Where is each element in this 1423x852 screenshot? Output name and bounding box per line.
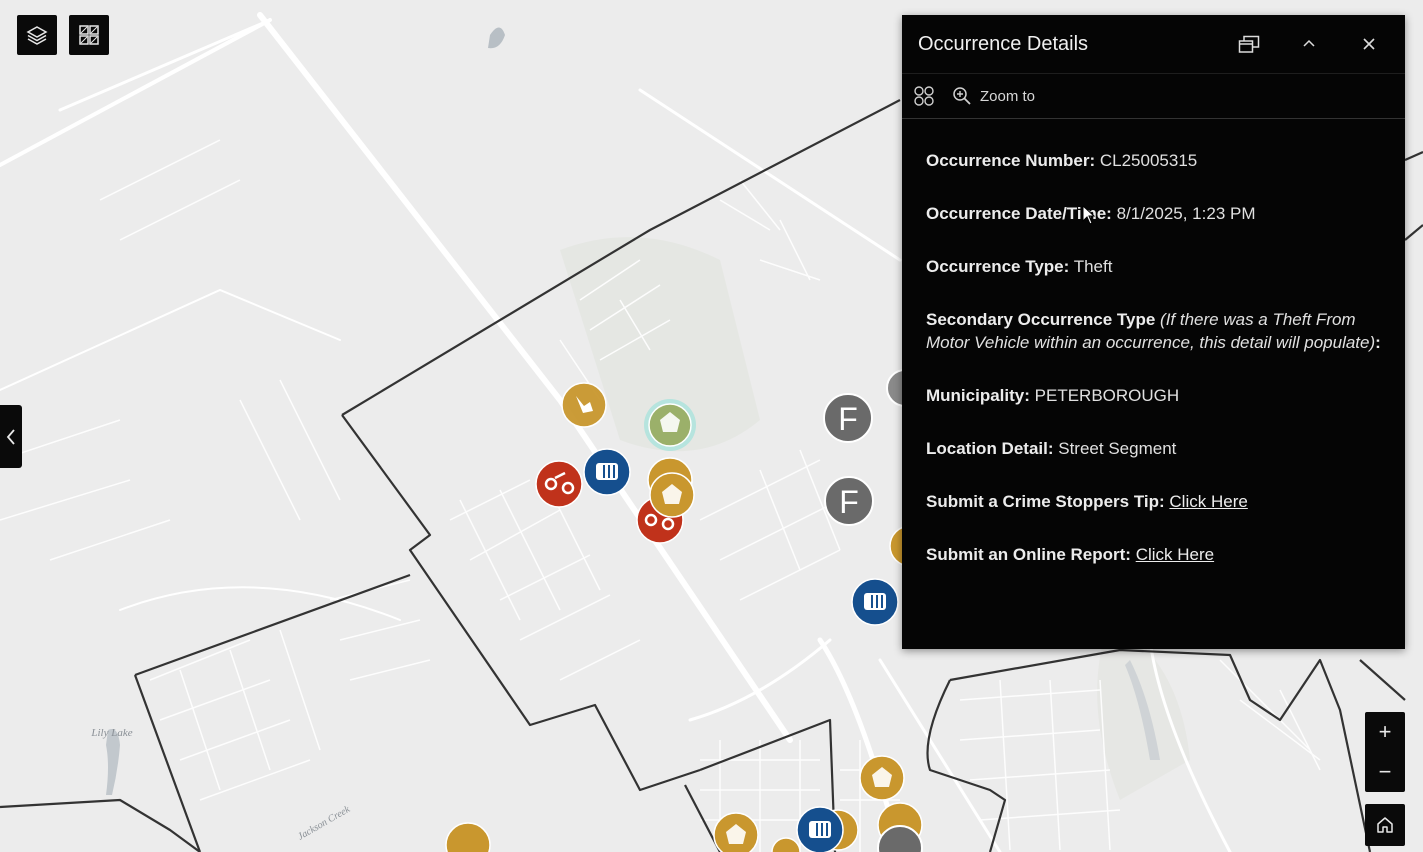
marker-blue-assault-2[interactable] (851, 578, 899, 626)
marker-theft[interactable] (561, 382, 607, 428)
zoom-out-button[interactable]: − (1365, 752, 1405, 792)
marker-f-2[interactable]: F (824, 476, 874, 526)
field-municipality: Municipality: PETERBOROUGH (926, 384, 1381, 407)
layers-icon (26, 26, 48, 45)
home-icon (1377, 817, 1393, 833)
field-label: Occurrence Number: (926, 151, 1096, 170)
zoom-controls: + − (1365, 712, 1405, 792)
popup-header: Occurrence Details (902, 15, 1405, 73)
field-value: 8/1/2025, 1:23 PM (1116, 204, 1256, 223)
field-label: Submit an Online Report: (926, 545, 1131, 564)
svg-text:F: F (839, 484, 859, 520)
field-label: Submit a Crime Stoppers Tip: (926, 492, 1165, 511)
home-button[interactable] (1365, 804, 1405, 846)
dock-icon (1238, 35, 1260, 53)
marker-selected[interactable] (644, 399, 696, 451)
field-label: Secondary Occurrence Type (926, 310, 1156, 329)
field-occurrence-type: Occurrence Type: Theft (926, 255, 1381, 278)
zoom-to-button[interactable]: Zoom to (952, 86, 1035, 106)
place-label-lily-lake: Lily Lake (90, 727, 132, 739)
field-occurrence-number: Occurrence Number: CL25005315 (926, 149, 1381, 172)
marker-f-1[interactable]: F (823, 393, 873, 443)
field-value: Street Segment (1058, 439, 1177, 458)
svg-text:F: F (838, 401, 858, 437)
basemap-gallery-button[interactable] (69, 15, 109, 55)
field-value: PETERBOROUGH (1034, 386, 1180, 405)
marker-theft-3[interactable] (649, 472, 695, 518)
field-value: CL25005315 (1099, 151, 1198, 170)
field-location-detail: Location Detail: Street Segment (926, 437, 1381, 460)
layers-button[interactable] (17, 15, 57, 55)
field-value: Theft (1073, 257, 1113, 276)
field-online-report: Submit an Online Report: Click Here (926, 543, 1381, 566)
popup-action-bar: Zoom to (902, 73, 1405, 119)
field-label: Municipality: (926, 386, 1030, 405)
expand-panel-button[interactable] (0, 405, 22, 468)
popup-title: Occurrence Details (918, 32, 1089, 55)
options-button[interactable] (912, 84, 936, 108)
online-report-link[interactable]: Click Here (1136, 545, 1214, 564)
field-secondary-occurrence-type: Secondary Occurrence Type (If there was … (926, 308, 1381, 354)
popup-body: Occurrence Number: CL25005315 Occurrence… (902, 119, 1405, 566)
marker-theft-4[interactable] (859, 755, 905, 801)
close-icon (1363, 38, 1375, 50)
field-label: Location Detail: (926, 439, 1054, 458)
zoom-in-magnifier-icon (953, 87, 971, 105)
chevron-up-icon (1303, 39, 1315, 47)
field-colon: : (1375, 333, 1381, 352)
close-button[interactable] (1349, 24, 1389, 64)
place-label-lily: Lily Lake (90, 727, 132, 739)
occurrence-details-popup: Occurrence Details Zoom to Occurrence Nu… (902, 15, 1405, 649)
marker-theft-7[interactable] (713, 812, 759, 852)
dock-button[interactable] (1229, 24, 1269, 64)
chevron-left-icon (6, 428, 15, 445)
field-crime-stoppers-tip: Submit a Crime Stoppers Tip: Click Here (926, 490, 1381, 513)
crime-stoppers-link[interactable]: Click Here (1169, 492, 1247, 511)
field-occurrence-datetime: Occurrence Date/Time: 8/1/2025, 1:23 PM (926, 202, 1381, 225)
collapse-button[interactable] (1289, 24, 1329, 64)
options-grid-icon (914, 86, 934, 106)
basemap-gallery-icon (79, 25, 99, 45)
marker-blue-assault-3[interactable] (796, 806, 844, 852)
mouse-cursor-icon (1082, 205, 1096, 225)
zoom-in-button[interactable]: + (1365, 712, 1405, 752)
field-label: Occurrence Type: (926, 257, 1070, 276)
marker-blue-assault[interactable] (583, 448, 631, 496)
marker-red-mischief[interactable] (535, 460, 583, 508)
zoom-to-label: Zoom to (980, 87, 1036, 105)
